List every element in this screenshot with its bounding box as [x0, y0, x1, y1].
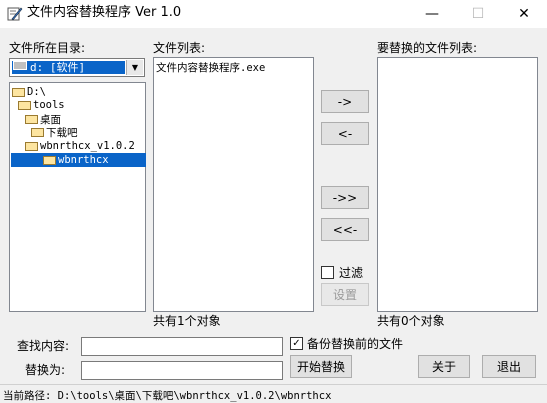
backup-checkbox[interactable]: ✓ [290, 337, 303, 350]
window-title: 文件内容替换程序 Ver 1.0 [27, 5, 182, 20]
folder-open-icon [25, 114, 38, 124]
file-list-label: 文件列表: [153, 41, 206, 55]
folder-open-icon [31, 127, 44, 137]
replace-label: 替换为: [25, 363, 66, 377]
drive-select[interactable]: d: [软件] ▼ [9, 58, 145, 77]
directory-tree[interactable]: D:\ tools 桌面 下载吧 wbnrthcx_v1.0.2 wbnrthc… [9, 82, 146, 312]
status-bar: 当前路径: D:\tools\桌面\下载吧\wbnrthcx_v1.0.2\wb… [0, 384, 547, 403]
find-input[interactable] [81, 337, 283, 356]
find-label: 查找内容: [17, 339, 70, 353]
tree-item-selected[interactable]: wbnrthcx [11, 153, 146, 167]
folder-open-icon [43, 155, 56, 165]
replace-input[interactable] [81, 361, 283, 380]
filter-label: 过滤 [339, 266, 364, 280]
checkmark-icon: ✓ [292, 337, 301, 349]
tree-item[interactable]: D:\ [12, 85, 46, 99]
tree-item-label: wbnrthcx [58, 154, 109, 166]
folder-open-icon [25, 141, 38, 151]
move-all-right-button[interactable]: ->> [321, 186, 369, 209]
tree-item[interactable]: 下载吧 [31, 125, 78, 139]
filter-checkbox[interactable] [321, 266, 334, 279]
current-path: 当前路径: D:\tools\桌面\下载吧\wbnrthcx_v1.0.2\wb… [3, 390, 332, 402]
move-all-left-button[interactable]: <<- [321, 218, 369, 241]
tree-item[interactable]: tools [18, 98, 65, 112]
app-icon [7, 7, 23, 21]
folder-open-icon [12, 87, 25, 97]
chevron-down-icon[interactable]: ▼ [126, 60, 143, 75]
close-button[interactable]: ✕ [501, 0, 547, 28]
file-count: 共有1个对象 [153, 314, 221, 328]
maximize-button[interactable]: ☐ [455, 0, 501, 28]
start-replace-button[interactable]: 开始替换 [290, 355, 352, 378]
folder-open-icon [18, 100, 31, 110]
dir-label: 文件所在目录: [9, 41, 86, 55]
replace-file-list[interactable] [377, 57, 538, 312]
list-item[interactable]: 文件内容替换程序.exe [156, 60, 265, 75]
drive-icon [13, 61, 27, 70]
tree-item-label: 下载吧 [46, 126, 78, 139]
tree-item[interactable]: wbnrthcx_v1.0.2 [25, 139, 135, 153]
move-left-button[interactable]: <- [321, 122, 369, 145]
settings-button[interactable]: 设置 [321, 283, 369, 306]
minimize-button[interactable]: — [409, 0, 455, 28]
about-button[interactable]: 关于 [418, 355, 470, 378]
tree-item-label: tools [33, 99, 65, 111]
file-list[interactable]: 文件内容替换程序.exe [153, 57, 314, 312]
replace-count: 共有0个对象 [377, 314, 445, 328]
title-bar[interactable]: 文件内容替换程序 Ver 1.0 — ☐ ✕ [0, 0, 547, 28]
drive-selected-value: d: [软件] [12, 61, 125, 74]
tree-item-label: wbnrthcx_v1.0.2 [40, 140, 135, 152]
move-right-button[interactable]: -> [321, 90, 369, 113]
backup-label: 备份替换前的文件 [307, 337, 404, 351]
exit-button[interactable]: 退出 [482, 355, 536, 378]
tree-item-label: D:\ [27, 86, 46, 98]
replace-list-label: 要替换的文件列表: [377, 41, 478, 55]
